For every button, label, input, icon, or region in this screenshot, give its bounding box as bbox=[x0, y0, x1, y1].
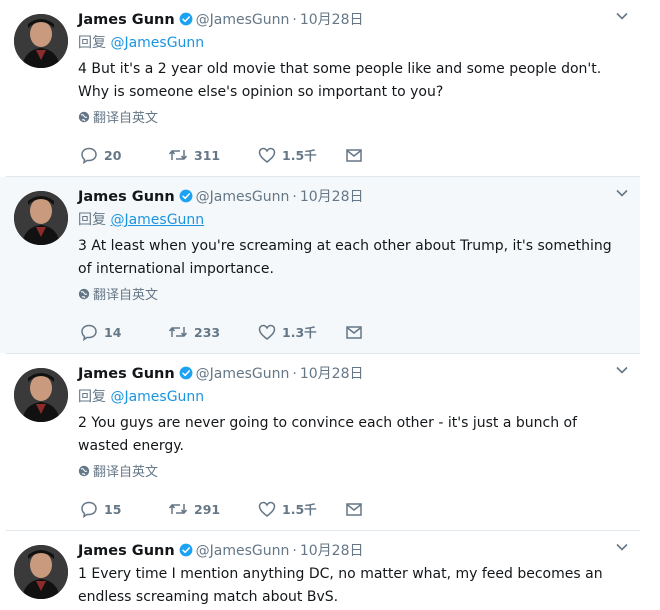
direct-message-button[interactable] bbox=[345, 500, 363, 520]
tweet-date[interactable]: 10月28日 bbox=[300, 366, 364, 382]
mail-icon bbox=[346, 326, 362, 339]
retweet-count: 233 bbox=[194, 325, 221, 340]
translate-link[interactable]: 翻译自英文 bbox=[78, 109, 623, 129]
retweet-icon bbox=[168, 150, 188, 160]
reply-count: 14 bbox=[104, 325, 122, 340]
reply-context: 回复 @JamesGunn bbox=[78, 387, 623, 408]
tweet-date[interactable]: 10月28日 bbox=[300, 543, 364, 559]
mail-icon bbox=[346, 149, 362, 162]
reply-button[interactable]: 20 bbox=[80, 146, 121, 166]
tweet[interactable]: James Gunn @JamesGunn · 10月28日 1 Every time… bbox=[0, 531, 640, 610]
translate-link[interactable]: 翻译自英文 bbox=[78, 286, 623, 306]
tweet-date[interactable]: 10月28日 bbox=[300, 12, 364, 28]
reply-prefix: 回复 bbox=[78, 212, 106, 228]
tweet-actions: 14 233 1.3千 bbox=[80, 323, 400, 343]
chevron-down-icon[interactable] bbox=[615, 9, 629, 23]
tweet-header: James Gunn @JamesGunn · 10月28日 bbox=[78, 540, 628, 562]
retweet-button[interactable]: 233 bbox=[168, 323, 220, 343]
reply-icon bbox=[81, 501, 97, 518]
retweet-count: 291 bbox=[194, 502, 221, 517]
avatar[interactable] bbox=[14, 14, 68, 68]
separator-dot: · bbox=[292, 366, 297, 382]
avatar[interactable] bbox=[14, 191, 68, 245]
avatar[interactable] bbox=[14, 545, 68, 599]
tweet-date[interactable]: 10月28日 bbox=[300, 189, 364, 205]
tweet-feed: James Gunn @JamesGunn · 10月28日 回复 @JamesGun… bbox=[0, 0, 660, 610]
direct-message-button[interactable] bbox=[345, 146, 363, 166]
reply-prefix: 回复 bbox=[78, 389, 106, 405]
verified-badge-icon bbox=[179, 12, 193, 26]
globe-icon bbox=[78, 288, 90, 300]
chevron-down-icon[interactable] bbox=[615, 363, 629, 377]
separator-dot: · bbox=[292, 12, 297, 28]
like-count: 1.3千 bbox=[282, 325, 317, 340]
heart-icon bbox=[258, 147, 276, 163]
heart-icon bbox=[258, 324, 276, 340]
translate-label: 翻译自英文 bbox=[93, 465, 159, 480]
reply-context: 回复 @JamesGunn bbox=[78, 210, 623, 231]
tweet-header: James Gunn @JamesGunn · 10月28日 bbox=[78, 9, 628, 31]
retweet-button[interactable]: 311 bbox=[168, 146, 220, 166]
tweet-text: 3 At least when you're screaming at each… bbox=[78, 238, 612, 277]
verified-badge-icon bbox=[179, 543, 193, 557]
tweet[interactable]: James Gunn @JamesGunn · 10月28日 回复 @JamesGun… bbox=[0, 354, 640, 530]
like-button[interactable]: 1.5千 bbox=[258, 500, 317, 520]
author-name[interactable]: James Gunn bbox=[78, 189, 175, 205]
reply-mention-link[interactable]: @JamesGunn bbox=[110, 212, 204, 228]
chevron-down-icon[interactable] bbox=[615, 540, 629, 554]
reply-icon bbox=[81, 324, 97, 341]
retweet-icon bbox=[168, 504, 188, 514]
translate-label: 翻译自英文 bbox=[93, 111, 159, 126]
tweet-actions: 20 311 1.5千 bbox=[80, 146, 400, 166]
like-button[interactable]: 1.3千 bbox=[258, 323, 317, 343]
tweet-text: 2 You guys are never going to convince e… bbox=[78, 415, 578, 454]
direct-message-button[interactable] bbox=[345, 323, 363, 343]
author-handle[interactable]: @JamesGunn bbox=[196, 366, 290, 382]
author-handle[interactable]: @JamesGunn bbox=[196, 12, 290, 28]
author-handle[interactable]: @JamesGunn bbox=[196, 189, 290, 205]
translate-label: 翻译自英文 bbox=[93, 288, 159, 303]
tweet-text: 1 Every time I mention anything DC, no m… bbox=[78, 566, 603, 605]
reply-mention-link[interactable]: @JamesGunn bbox=[110, 35, 204, 51]
author-name[interactable]: James Gunn bbox=[78, 12, 175, 28]
globe-icon bbox=[78, 465, 90, 477]
reply-icon bbox=[81, 147, 97, 164]
verified-badge-icon bbox=[179, 189, 193, 203]
author-handle[interactable]: @JamesGunn bbox=[196, 543, 290, 559]
separator-dot: · bbox=[292, 189, 297, 205]
tweet[interactable]: James Gunn @JamesGunn · 10月28日 回复 @JamesGun… bbox=[0, 0, 640, 176]
reply-mention-link[interactable]: @JamesGunn bbox=[110, 389, 204, 405]
separator-dot: · bbox=[292, 543, 297, 559]
like-count: 1.5千 bbox=[282, 148, 317, 163]
like-button[interactable]: 1.5千 bbox=[258, 146, 317, 166]
reply-context: 回复 @JamesGunn bbox=[78, 33, 623, 54]
mail-icon bbox=[346, 503, 362, 516]
tweet[interactable]: James Gunn @JamesGunn · 10月28日 回复 @JamesGun… bbox=[0, 177, 640, 353]
verified-badge-icon bbox=[179, 366, 193, 380]
tweet-text: 4 But it's a 2 year old movie that some … bbox=[78, 61, 602, 100]
author-name[interactable]: James Gunn bbox=[78, 366, 175, 382]
translate-link[interactable]: 翻译自英文 bbox=[78, 463, 623, 483]
tweet-header: James Gunn @JamesGunn · 10月28日 bbox=[78, 363, 628, 385]
reply-button[interactable]: 14 bbox=[80, 323, 121, 343]
reply-count: 15 bbox=[104, 502, 122, 517]
reply-count: 20 bbox=[104, 148, 122, 163]
reply-prefix: 回复 bbox=[78, 35, 106, 51]
tweet-header: James Gunn @JamesGunn · 10月28日 bbox=[78, 186, 628, 208]
retweet-count: 311 bbox=[194, 148, 221, 163]
avatar[interactable] bbox=[14, 368, 68, 422]
retweet-icon bbox=[168, 327, 188, 337]
tweet-actions: 15 291 1.5千 bbox=[80, 500, 400, 520]
chevron-down-icon[interactable] bbox=[615, 186, 629, 200]
retweet-button[interactable]: 291 bbox=[168, 500, 220, 520]
like-count: 1.5千 bbox=[282, 502, 317, 517]
author-name[interactable]: James Gunn bbox=[78, 543, 175, 559]
reply-button[interactable]: 15 bbox=[80, 500, 121, 520]
heart-icon bbox=[258, 501, 276, 517]
globe-icon bbox=[78, 111, 90, 123]
